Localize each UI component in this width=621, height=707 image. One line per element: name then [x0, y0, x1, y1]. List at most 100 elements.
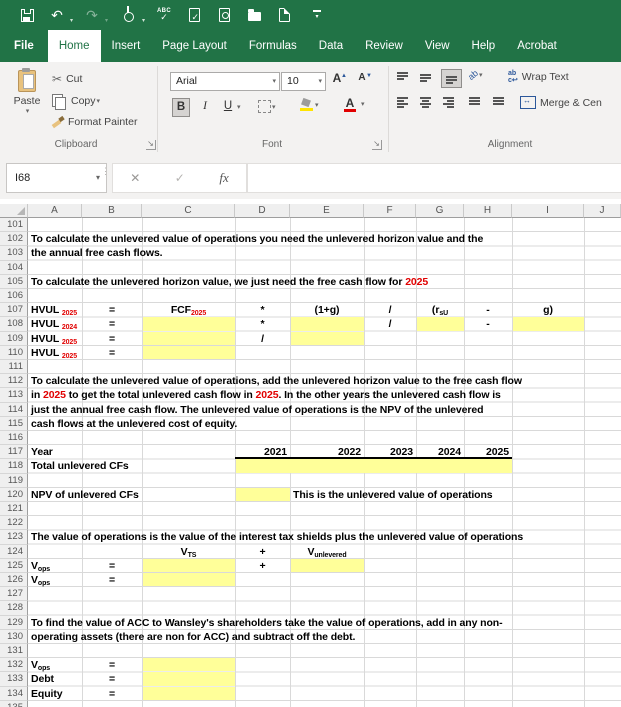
cell-E125[interactable]	[291, 558, 364, 572]
formula-input[interactable]	[247, 163, 621, 193]
cell-G108[interactable]	[417, 317, 464, 331]
cell-A113[interactable]: in 2025 to get the total unlevered cash …	[31, 388, 501, 402]
fill-color-button[interactable]: ▾	[300, 98, 319, 111]
increase-indent-button[interactable]	[492, 96, 505, 107]
cell-D124[interactable]: +	[235, 545, 290, 559]
chevron-down-icon[interactable]: ▾	[361, 100, 365, 108]
row-header-127[interactable]: 127	[0, 587, 28, 602]
row-header-101[interactable]: 101	[0, 218, 28, 233]
row-header-121[interactable]: 121	[0, 502, 28, 517]
underline-button[interactable]: U ▾	[220, 98, 241, 115]
row-header-119[interactable]: 119	[0, 473, 28, 488]
row-header-125[interactable]: 125	[0, 558, 28, 573]
cell-I107[interactable]: g)	[512, 303, 584, 317]
cell-H107[interactable]: -	[464, 303, 512, 317]
cell-C110[interactable]	[143, 345, 235, 359]
row-header-111[interactable]: 111	[0, 360, 28, 375]
print-preview-icon[interactable]	[216, 7, 232, 23]
cell-A130[interactable]: operating assets (there are non for ACC)…	[31, 630, 355, 644]
row-header-135[interactable]: 135	[0, 700, 28, 707]
cell-B125[interactable]: =	[82, 559, 142, 573]
tab-formulas[interactable]: Formulas	[238, 30, 308, 62]
cell-A115[interactable]: cash flows at the unlevered cost of equi…	[31, 417, 237, 431]
customize-quick-access-icon[interactable]: ▾	[309, 7, 325, 23]
tab-acrobat[interactable]: Acrobat	[506, 30, 568, 62]
row-header-105[interactable]: 105	[0, 274, 28, 289]
row-header-118[interactable]: 118	[0, 459, 28, 474]
cell-B132[interactable]: =	[82, 658, 142, 672]
row-header-114[interactable]: 114	[0, 402, 28, 417]
cell-G107[interactable]: (rsU	[416, 303, 464, 317]
name-box[interactable]: I68 ▾	[6, 163, 107, 193]
cell-B108[interactable]: =	[82, 317, 142, 331]
row-header-131[interactable]: 131	[0, 644, 28, 659]
increase-font-size-button[interactable]: A ▲	[330, 72, 347, 84]
row-header-129[interactable]: 129	[0, 615, 28, 630]
cell-D109[interactable]: /	[235, 332, 290, 346]
wrap-text-button[interactable]: ab c↩ Wrap Text	[508, 70, 569, 84]
cell-E108[interactable]	[291, 317, 364, 331]
cell-A102[interactable]: To calculate the unlevered value of oper…	[31, 232, 483, 246]
font-color-button[interactable]: A ▾	[343, 97, 365, 112]
cell-B110[interactable]: =	[82, 346, 142, 360]
cancel-icon[interactable]: ✕	[130, 171, 140, 185]
decrease-font-size-button[interactable]: A ▼	[355, 72, 372, 84]
cell-E120[interactable]: This is the unlevered value of operation…	[293, 488, 493, 502]
column-header-J[interactable]: J	[584, 203, 621, 218]
cell-B126[interactable]: =	[82, 573, 142, 587]
cell-A109[interactable]: HVUL 2025	[31, 332, 77, 346]
cell-C132[interactable]	[143, 658, 235, 672]
merge-center-button[interactable]: Merge & Cen	[520, 96, 602, 109]
cell-A112[interactable]: To calculate the unlevered value of oper…	[31, 374, 522, 388]
cell-F107[interactable]: /	[364, 303, 416, 317]
cell-E107[interactable]: (1+g)	[290, 303, 364, 317]
column-header-A[interactable]: A	[28, 203, 82, 218]
chevron-down-icon[interactable]: ▾	[96, 164, 100, 192]
cell-D125[interactable]: +	[235, 559, 290, 573]
orientation-button[interactable]: ab ▾	[466, 68, 483, 82]
cell-A120[interactable]: NPV of unlevered CFs	[31, 488, 139, 502]
cell-F108[interactable]: /	[364, 317, 416, 331]
middle-align-button[interactable]	[419, 72, 432, 83]
touch-mode-icon[interactable]: ▾	[121, 6, 145, 24]
row-header-120[interactable]: 120	[0, 487, 28, 502]
formula-bar-splitter[interactable]: ⋮	[101, 167, 110, 176]
row-header-132[interactable]: 132	[0, 658, 28, 673]
column-header-H[interactable]: H	[464, 203, 512, 218]
row-header-133[interactable]: 133	[0, 672, 28, 687]
tab-page-layout[interactable]: Page Layout	[151, 30, 238, 62]
row-header-117[interactable]: 117	[0, 445, 28, 460]
row-header-106[interactable]: 106	[0, 289, 28, 304]
chevron-down-icon[interactable]: ▾	[272, 73, 276, 90]
cell-A123[interactable]: The value of operations is the value of …	[31, 530, 523, 544]
font-size-combo[interactable]: 10 ▾	[281, 72, 326, 91]
cell-A117[interactable]: Year	[31, 445, 53, 459]
row-header-113[interactable]: 113	[0, 388, 28, 403]
cell-D117[interactable]: 2021	[235, 445, 287, 459]
cell-C124[interactable]: VTS	[142, 545, 235, 559]
tab-file[interactable]: File	[0, 30, 48, 62]
column-header-D[interactable]: D	[235, 203, 290, 218]
cell-A125[interactable]: Vops	[31, 559, 50, 573]
cell-A103[interactable]: the annual free cash flows.	[31, 246, 163, 260]
cell-B109[interactable]: =	[82, 332, 142, 346]
row-header-115[interactable]: 115	[0, 416, 28, 431]
cell-D107[interactable]: *	[235, 303, 290, 317]
cell-A108[interactable]: HVUL 2024	[31, 317, 77, 331]
cell-C108[interactable]	[143, 317, 235, 331]
select-all-corner[interactable]	[0, 203, 28, 218]
cell-A134[interactable]: Equity	[31, 687, 63, 701]
align-right-button[interactable]	[442, 96, 455, 108]
format-painter-button[interactable]: Format Painter	[52, 116, 137, 128]
new-file-icon[interactable]	[276, 7, 292, 23]
redo-icon[interactable]: ↷ ▾	[84, 7, 108, 24]
row-header-104[interactable]: 104	[0, 260, 28, 275]
chevron-down-icon[interactable]: ▾	[318, 73, 322, 90]
cell-C134[interactable]	[143, 686, 235, 700]
cell-E117[interactable]: 2022	[290, 445, 361, 459]
cell-A133[interactable]: Debt	[31, 672, 54, 686]
paste-button[interactable]: Paste ▾	[10, 68, 44, 115]
column-header-E[interactable]: E	[290, 203, 364, 218]
cell-A129[interactable]: To find the value of ACC to Wansley's sh…	[31, 616, 503, 630]
tab-review[interactable]: Review	[354, 30, 414, 62]
